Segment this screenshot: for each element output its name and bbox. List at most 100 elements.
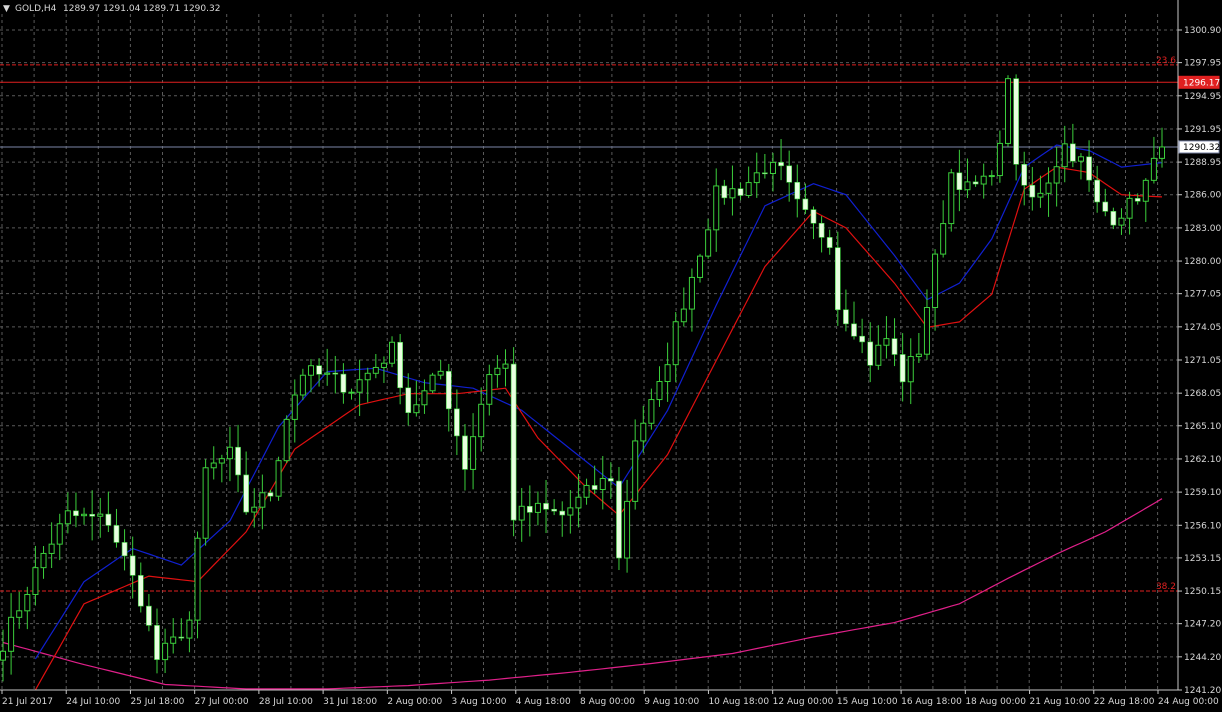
candle-body-bull	[348, 391, 355, 394]
candle-body-bear	[137, 575, 144, 607]
candle-body-bull	[518, 505, 525, 521]
candle-body-bear	[510, 363, 517, 521]
candle-body-bull	[16, 610, 23, 618]
candle-body-bull	[1053, 166, 1060, 184]
candle-body-bull	[64, 510, 71, 525]
candle-body-bull	[624, 500, 631, 559]
candle-body-bull	[97, 513, 104, 517]
candle-body-bull	[356, 379, 363, 393]
candle-body-bull	[275, 460, 282, 497]
fib-level-label: 23.6	[1156, 56, 1176, 66]
time-tick-label: 15 Aug 10:00	[837, 697, 898, 707]
candle-body-bull	[24, 594, 31, 612]
candle-body-bull	[745, 182, 752, 196]
price-tick-label: 1268.05	[1184, 389, 1221, 399]
price-tick-label: 1274.05	[1184, 323, 1221, 333]
candle-body-bear	[543, 503, 549, 510]
candle-body-bear	[178, 636, 185, 639]
candle-body-bull	[81, 513, 88, 517]
time-tick-label: 12 Aug 00:00	[773, 697, 834, 707]
candle-body-bull	[948, 172, 955, 225]
ohlc-readout: 1289.97 1291.04 1289.71 1290.32	[63, 4, 220, 14]
candle-body-bear	[146, 605, 152, 626]
time-tick-label: 24 Jul 10:00	[66, 697, 120, 707]
candle-body-bull	[478, 403, 485, 438]
chart-header: ▼ GOLD,H4 1289.97 1291.04 1289.71 1290.3…	[3, 4, 220, 14]
price-tick-label: 1256.10	[1184, 521, 1221, 531]
time-tick-label: 27 Jul 00:00	[195, 697, 249, 707]
candle-body-bull	[648, 399, 655, 424]
candle-body-bull	[218, 458, 225, 464]
candle-body-bull	[713, 185, 720, 231]
candle-body-bear	[891, 338, 898, 355]
candle-body-bear	[778, 162, 784, 167]
time-tick-label: 21 Jul 2017	[2, 697, 53, 707]
time-tick-label: 24 Aug 00:00	[1158, 697, 1219, 707]
chart-background	[0, 0, 1222, 712]
candle-body-bear	[73, 510, 79, 516]
candle-body-bull	[705, 229, 712, 257]
candle-body-bear	[243, 474, 249, 513]
candle-body-bull	[364, 372, 371, 381]
candle-body-bull	[583, 484, 590, 498]
price-tick-label: 1244.20	[1184, 653, 1221, 663]
candle-body-bull	[0, 650, 7, 661]
candle-body-bear	[867, 341, 874, 366]
candle-body-bear	[454, 408, 460, 437]
candle-body-bear	[1086, 156, 1092, 181]
candle-body-bull	[932, 253, 939, 309]
price-tick-label: 1250.15	[1184, 587, 1221, 597]
candle-body-bull	[380, 362, 387, 368]
price-tick-label: 1262.10	[1184, 455, 1221, 465]
candle-body-bull	[534, 502, 541, 513]
candle-body-bear	[89, 513, 95, 517]
candle-body-bull	[567, 507, 574, 516]
candle-body-bull	[575, 496, 582, 509]
price-tick-label: 1286.00	[1184, 191, 1221, 201]
price-marker-label: 1290.32	[1183, 143, 1220, 153]
candle-body-bull	[210, 462, 217, 469]
candle-body-bear	[527, 505, 533, 513]
candle-body-bear	[397, 341, 403, 389]
collapse-triangle-icon[interactable]: ▼	[3, 4, 10, 14]
candle-body-bull	[226, 446, 233, 460]
candle-body-bull	[599, 477, 606, 491]
candle-body-bull	[56, 523, 63, 545]
candle-body-bear	[551, 508, 557, 512]
candle-body-bull	[940, 223, 947, 255]
candle-body-bear	[834, 247, 841, 311]
candle-body-bull	[48, 543, 55, 554]
candle-body-bull	[980, 175, 987, 185]
price-tick-label: 1277.05	[1184, 290, 1221, 300]
time-tick-label: 18 Aug 00:00	[965, 697, 1026, 707]
price-tick-label: 1283.00	[1184, 224, 1221, 234]
candle-body-bear	[1013, 78, 1019, 165]
candle-body-bear	[462, 435, 468, 470]
candle-body-bear	[1070, 143, 1076, 162]
candle-body-bull	[291, 394, 298, 420]
candle-body-bull	[186, 619, 193, 639]
candle-body-bull	[283, 418, 290, 462]
candle-body-bull	[729, 188, 736, 199]
candle-body-bull	[429, 374, 436, 392]
candle-body-bull	[640, 422, 647, 442]
candle-body-bull	[251, 506, 258, 513]
time-tick-label: 10 Aug 18:00	[708, 697, 769, 707]
candle-body-bull	[1150, 157, 1157, 181]
price-tick-label: 1259.10	[1184, 488, 1221, 498]
candle-body-bull	[1077, 156, 1084, 162]
candle-body-bear	[559, 510, 566, 516]
candle-body-bull	[162, 642, 169, 661]
price-tick-label: 1265.10	[1184, 422, 1221, 432]
candle-body-bull	[437, 370, 444, 376]
candle-body-bull	[194, 537, 201, 621]
candlestick-chart[interactable]: 23.6 38.2 1300.90 1297.95 1294.95 1291.95 128…	[0, 0, 1222, 712]
time-tick-label: 8 Aug 00:00	[580, 697, 635, 707]
candle-body-bull	[664, 364, 671, 383]
time-tick-label: 4 Aug 18:00	[516, 697, 571, 707]
price-marker-label: 1296.17	[1183, 78, 1220, 88]
price-tick-label: 1241.20	[1184, 686, 1221, 696]
time-tick-label: 2 Aug 00:00	[387, 697, 442, 707]
candle-body-bear	[972, 181, 979, 185]
time-tick-label: 22 Aug 18:00	[1094, 697, 1155, 707]
